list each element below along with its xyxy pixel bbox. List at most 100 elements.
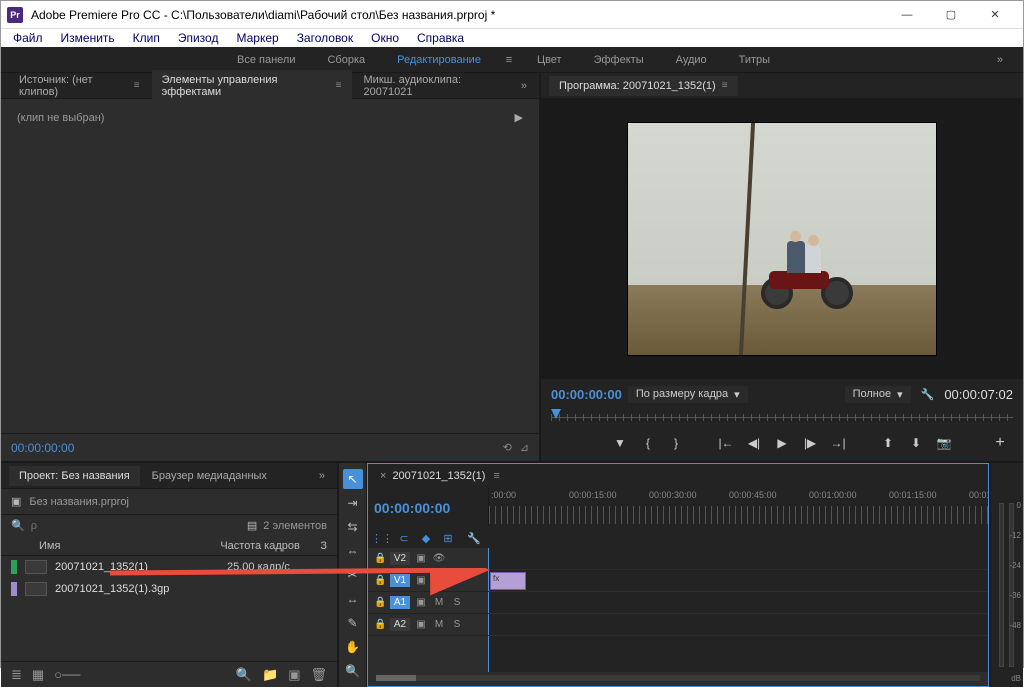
search-icon[interactable]: 🔍	[11, 519, 25, 532]
extract-button[interactable]: ⬇	[903, 432, 929, 454]
timeline-clip[interactable]: fx	[490, 572, 526, 590]
icon-view-button[interactable]: ▦	[32, 667, 44, 683]
go-to-out-button[interactable]: →|	[825, 432, 851, 454]
workspace-menu-icon[interactable]: ≡	[497, 54, 521, 66]
list-view-button[interactable]: ≣	[11, 667, 22, 683]
track-head-a1[interactable]: 🔒 A1 ▣ M S	[368, 592, 488, 614]
program-quality-dropdown[interactable]: Полное ▾	[845, 386, 911, 403]
sequence-settings[interactable]: ⊞	[440, 530, 456, 546]
menu-help[interactable]: Справка	[409, 29, 472, 47]
col-name[interactable]: Имя	[39, 540, 220, 552]
zoom-slider[interactable]: ○──	[54, 667, 80, 682]
program-scrubber[interactable]	[551, 409, 1013, 425]
tab-program[interactable]: Программа: 20071021_1352(1)≡	[549, 76, 738, 96]
track-head-a2[interactable]: 🔒 A2 ▣ M S	[368, 614, 488, 636]
source-tool-icon[interactable]: ⊿	[520, 441, 529, 454]
workspace-effects[interactable]: Эффекты	[578, 50, 660, 70]
toggle-output[interactable]: ▣	[414, 575, 428, 586]
rate-stretch-tool[interactable]: ⇔	[343, 541, 363, 561]
workspace-editing[interactable]: Редактирование	[381, 50, 497, 70]
timeline-tab-close[interactable]: ×	[380, 470, 386, 482]
project-item[interactable]: 20071021_1352(1) 25,00 кадр/с	[1, 556, 337, 578]
export-frame-button[interactable]: 📷	[931, 432, 957, 454]
project-tabs-overflow[interactable]: »	[315, 470, 329, 482]
timeline-ruler[interactable]: :00:00 00:00:15:00 00:00:30:00 00:00:45:…	[488, 488, 988, 526]
mark-in-button[interactable]: {	[635, 432, 661, 454]
track-a2-lane	[488, 614, 988, 636]
razor-tool[interactable]: ✂	[343, 565, 363, 585]
menu-sequence[interactable]: Эпизод	[170, 29, 227, 47]
workspace-color[interactable]: Цвет	[521, 50, 578, 70]
tab-audio-mixer[interactable]: Микш. аудиоклипа: 20071021	[354, 70, 515, 102]
eye-icon[interactable]: 👁	[432, 553, 446, 564]
program-monitor[interactable]	[549, 107, 1015, 371]
lift-button[interactable]: ⬆	[875, 432, 901, 454]
lock-icon[interactable]: 🔒	[374, 597, 386, 608]
tab-source[interactable]: Источник: (нет клипов)≡	[9, 70, 150, 102]
lock-icon[interactable]: 🔒	[374, 575, 386, 586]
filter-icon[interactable]: ▤	[247, 519, 257, 532]
expand-arrow-icon[interactable]: ▶	[515, 111, 523, 124]
source-timecode[interactable]: 00:00:00:00	[11, 441, 74, 455]
hand-tool[interactable]: ✋	[343, 637, 363, 657]
workspace-audio[interactable]: Аудио	[660, 50, 723, 70]
program-settings-icon[interactable]: 🔧	[917, 388, 939, 401]
new-item-button[interactable]: ▣	[288, 667, 300, 683]
tab-effect-controls[interactable]: Элементы управления эффектами≡	[152, 70, 352, 102]
marker-toggle[interactable]: ◆	[418, 530, 434, 546]
timeline-timecode[interactable]: 00:00:00:00	[374, 500, 450, 516]
snap-toggle[interactable]: ⋮⋮	[374, 530, 390, 546]
col-framerate[interactable]: Частота кадров	[220, 540, 320, 552]
lock-icon[interactable]: 🔒	[374, 619, 386, 630]
pen-tool[interactable]: ✎	[343, 613, 363, 633]
project-item[interactable]: 20071021_1352(1).3gp	[1, 578, 337, 600]
menu-marker[interactable]: Маркер	[228, 29, 286, 47]
play-button[interactable]: ▶	[769, 432, 795, 454]
menu-edit[interactable]: Изменить	[53, 29, 123, 47]
menu-title[interactable]: Заголовок	[289, 29, 361, 47]
lock-icon[interactable]: 🔒	[374, 553, 386, 564]
step-back-button[interactable]: ◀|	[741, 432, 767, 454]
program-timecode[interactable]: 00:00:00:00	[551, 387, 622, 402]
toggle-output[interactable]: ▣	[414, 553, 428, 564]
source-zoom-icon[interactable]: ⟲	[503, 441, 512, 454]
button-editor-add[interactable]: +	[987, 432, 1013, 454]
ripple-edit-tool[interactable]: ⇆	[343, 517, 363, 537]
workspace-all-panels[interactable]: Все панели	[221, 50, 311, 70]
project-search-input[interactable]	[31, 520, 241, 532]
selection-tool[interactable]: ↖	[343, 469, 363, 489]
workspace-assembly[interactable]: Сборка	[311, 50, 381, 70]
go-to-in-button[interactable]: |←	[713, 432, 739, 454]
find-button[interactable]: 🔍	[236, 667, 252, 683]
timeline-zoom-slider[interactable]	[376, 675, 980, 681]
track-select-tool[interactable]: ⇥	[343, 493, 363, 513]
timeline-track-area[interactable]: fx	[488, 548, 988, 672]
tab-media-browser[interactable]: Браузер медиаданных	[142, 466, 277, 486]
linked-selection-toggle[interactable]: ⊂	[396, 530, 412, 546]
timeline-tab-menu[interactable]: ≡	[493, 470, 499, 482]
menu-file[interactable]: Файл	[5, 29, 51, 47]
timeline-wrench[interactable]: 🔧	[466, 530, 482, 546]
workspace-titles[interactable]: Титры	[723, 50, 786, 70]
maximize-button[interactable]: ▢	[929, 1, 973, 29]
timeline-tab-name[interactable]: 20071021_1352(1)	[392, 470, 485, 482]
delete-button[interactable]: 🗑	[310, 667, 327, 683]
col-more[interactable]: З	[320, 540, 327, 552]
close-button[interactable]: ✕	[973, 1, 1017, 29]
workspace-overflow-icon[interactable]: »	[977, 54, 1023, 66]
mark-out-button[interactable]: }	[663, 432, 689, 454]
step-forward-button[interactable]: |▶	[797, 432, 823, 454]
menu-clip[interactable]: Клип	[125, 29, 168, 47]
tab-project[interactable]: Проект: Без названия	[9, 466, 140, 486]
eye-icon[interactable]: 👁	[432, 575, 446, 586]
add-marker-button[interactable]: ▼	[607, 432, 633, 454]
minimize-button[interactable]: —	[885, 1, 929, 29]
source-tabs-overflow[interactable]: »	[517, 80, 531, 92]
track-head-v2[interactable]: 🔒 V2 ▣ 👁	[368, 548, 488, 570]
track-head-v1[interactable]: 🔒 V1 ▣ 👁	[368, 570, 488, 592]
new-bin-button[interactable]: 📁	[262, 667, 278, 683]
program-fit-dropdown[interactable]: По размеру кадра ▾	[628, 386, 748, 403]
slip-tool[interactable]: ↔	[343, 589, 363, 609]
menu-window[interactable]: Окно	[363, 29, 407, 47]
zoom-tool[interactable]: 🔍	[343, 661, 363, 681]
